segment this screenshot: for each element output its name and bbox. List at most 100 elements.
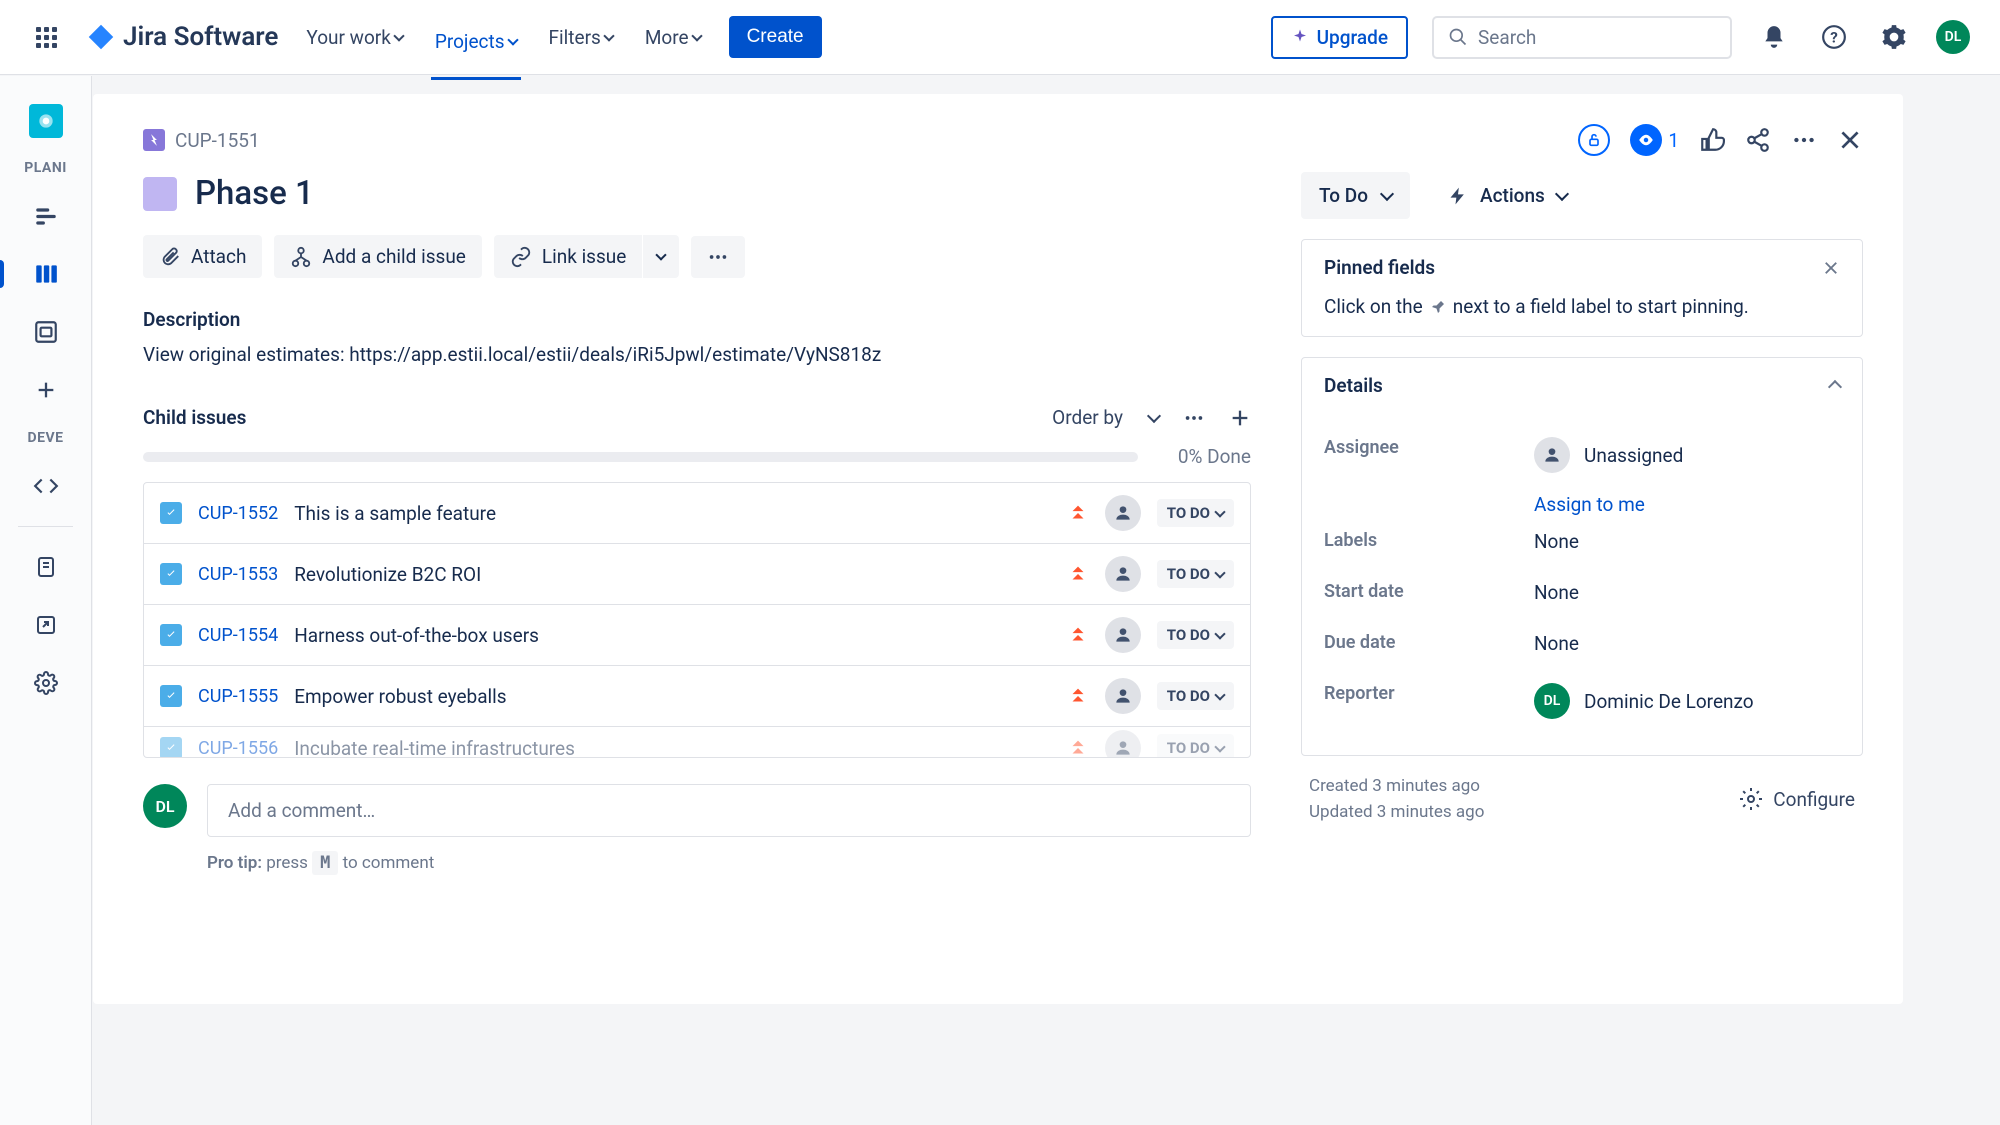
assign-to-me-link[interactable]: Assign to me bbox=[1534, 493, 1840, 516]
more-icon[interactable] bbox=[1791, 127, 1817, 153]
app-launcher-icon[interactable] bbox=[30, 21, 63, 54]
task-icon bbox=[160, 624, 182, 646]
child-assignee-avatar[interactable] bbox=[1105, 678, 1141, 714]
add-child-icon[interactable] bbox=[1229, 407, 1251, 429]
project-icon[interactable] bbox=[29, 104, 63, 138]
priority-highest-icon bbox=[1067, 502, 1089, 524]
reporter-label: Reporter bbox=[1324, 683, 1534, 719]
due-date-value[interactable]: None bbox=[1534, 632, 1579, 655]
paperclip-icon bbox=[159, 246, 181, 268]
task-icon bbox=[160, 685, 182, 707]
child-status-dropdown[interactable]: TO DO bbox=[1157, 499, 1234, 527]
child-status-dropdown[interactable]: TO DO bbox=[1157, 621, 1234, 649]
task-icon bbox=[160, 737, 182, 757]
attach-button[interactable]: Attach bbox=[143, 235, 262, 278]
assignee-label: Assignee bbox=[1324, 437, 1534, 473]
child-issue-row[interactable]: CUP-1556 Incubate real-time infrastructu… bbox=[144, 727, 1250, 757]
link-issue-button[interactable]: Link issue bbox=[494, 235, 642, 278]
child-issue-summary: Empower robust eyeballs bbox=[294, 685, 1051, 708]
child-issue-row[interactable]: CUP-1555 Empower robust eyeballs TO DO bbox=[144, 666, 1250, 727]
epic-color-swatch[interactable] bbox=[143, 177, 177, 211]
settings-icon[interactable] bbox=[1876, 19, 1912, 55]
nav-filters[interactable]: Filters bbox=[545, 18, 617, 57]
add-child-button[interactable]: Add a child issue bbox=[274, 235, 481, 278]
sidebar-board[interactable] bbox=[28, 256, 64, 292]
child-issue-key[interactable]: CUP-1554 bbox=[198, 625, 278, 646]
sidebar-shortcut[interactable] bbox=[28, 607, 64, 643]
breadcrumb[interactable]: CUP-1551 bbox=[143, 129, 260, 152]
more-actions-button[interactable] bbox=[691, 236, 745, 278]
jira-logo[interactable]: Jira Software bbox=[87, 22, 278, 52]
child-status-dropdown[interactable]: TO DO bbox=[1157, 560, 1234, 588]
child-status-dropdown[interactable]: TO DO bbox=[1157, 682, 1234, 710]
pinned-hint: Click on the next to a field label to st… bbox=[1302, 295, 1862, 336]
notifications-icon[interactable] bbox=[1756, 19, 1792, 55]
labels-value[interactable]: None bbox=[1534, 530, 1579, 553]
upgrade-button[interactable]: Upgrade bbox=[1271, 16, 1408, 59]
gear-icon bbox=[1739, 787, 1763, 811]
sidebar-add[interactable] bbox=[28, 372, 64, 408]
nav-projects[interactable]: Projects bbox=[431, 22, 521, 80]
child-issue-row[interactable]: CUP-1554 Harness out-of-the-box users TO… bbox=[144, 605, 1250, 666]
epic-icon bbox=[143, 129, 165, 151]
priority-highest-icon bbox=[1067, 685, 1089, 707]
close-icon[interactable] bbox=[1837, 127, 1863, 153]
child-status-dropdown[interactable]: TO DO bbox=[1157, 734, 1234, 757]
pinned-fields-title: Pinned fields bbox=[1324, 256, 1435, 279]
child-issue-row[interactable]: CUP-1552 This is a sample feature TO DO bbox=[144, 483, 1250, 544]
status-dropdown[interactable]: To Do bbox=[1301, 172, 1410, 219]
order-by-dropdown[interactable]: Order by bbox=[1052, 406, 1159, 429]
child-issue-key[interactable]: CUP-1552 bbox=[198, 503, 278, 524]
child-assignee-avatar[interactable] bbox=[1105, 556, 1141, 592]
details-collapse-icon[interactable] bbox=[1830, 374, 1840, 397]
reporter-value[interactable]: DL Dominic De Lorenzo bbox=[1534, 683, 1840, 719]
sidebar-roadmap[interactable] bbox=[28, 198, 64, 234]
configure-button[interactable]: Configure bbox=[1739, 787, 1855, 811]
sidebar-backlog[interactable] bbox=[28, 314, 64, 350]
pinned-close-icon[interactable] bbox=[1822, 259, 1840, 277]
child-issue-summary: Harness out-of-the-box users bbox=[294, 624, 1051, 647]
child-issue-key[interactable]: CUP-1556 bbox=[198, 738, 278, 758]
actions-dropdown[interactable]: Actions bbox=[1430, 172, 1585, 219]
watch-button[interactable]: 1 bbox=[1630, 124, 1679, 156]
vote-icon[interactable] bbox=[1699, 127, 1725, 153]
user-avatar[interactable]: DL bbox=[1936, 20, 1970, 54]
help-icon[interactable]: ? bbox=[1816, 19, 1852, 55]
jira-logo-icon bbox=[87, 23, 115, 51]
search-input[interactable]: Search bbox=[1432, 16, 1732, 59]
child-issue-key[interactable]: CUP-1555 bbox=[198, 686, 278, 707]
sidebar-pages[interactable] bbox=[28, 549, 64, 585]
link-issue-dropdown[interactable] bbox=[643, 235, 679, 278]
link-icon bbox=[510, 246, 532, 268]
child-issue-summary: This is a sample feature bbox=[294, 502, 1051, 525]
child-assignee-avatar[interactable] bbox=[1105, 730, 1141, 757]
start-date-label: Start date bbox=[1324, 581, 1534, 604]
search-icon bbox=[1448, 27, 1468, 47]
comment-input[interactable]: Add a comment… bbox=[207, 784, 1251, 837]
sidebar-code[interactable] bbox=[28, 468, 64, 504]
child-issue-row[interactable]: CUP-1553 Revolutionize B2C ROI TO DO bbox=[144, 544, 1250, 605]
progress-label: 0% Done bbox=[1178, 445, 1251, 468]
nav-your-work[interactable]: Your work bbox=[302, 18, 406, 57]
share-icon[interactable] bbox=[1745, 127, 1771, 153]
child-assignee-avatar[interactable] bbox=[1105, 617, 1141, 653]
task-icon bbox=[160, 563, 182, 585]
nav-more[interactable]: More bbox=[641, 18, 705, 57]
child-issue-key[interactable]: CUP-1553 bbox=[198, 564, 278, 585]
start-date-value[interactable]: None bbox=[1534, 581, 1579, 604]
issue-title[interactable]: Phase 1 bbox=[195, 174, 314, 213]
bolt-icon bbox=[1448, 186, 1468, 206]
progress-bar bbox=[143, 452, 1138, 462]
created-text: Created 3 minutes ago bbox=[1309, 776, 1484, 796]
eye-icon bbox=[1630, 124, 1662, 156]
details-header[interactable]: Details bbox=[1302, 358, 1862, 413]
lock-icon[interactable] bbox=[1578, 124, 1610, 156]
description-text[interactable]: View original estimates: https://app.est… bbox=[143, 343, 1251, 366]
child-issue-summary: Incubate real-time infrastructures bbox=[294, 737, 1051, 758]
child-more-icon[interactable] bbox=[1183, 407, 1205, 429]
assignee-value[interactable]: Unassigned bbox=[1534, 437, 1840, 473]
child-assignee-avatar[interactable] bbox=[1105, 495, 1141, 531]
sidebar-settings[interactable] bbox=[28, 665, 64, 701]
create-button[interactable]: Create bbox=[729, 16, 822, 58]
child-issue-list: CUP-1552 This is a sample feature TO DO … bbox=[143, 482, 1251, 758]
